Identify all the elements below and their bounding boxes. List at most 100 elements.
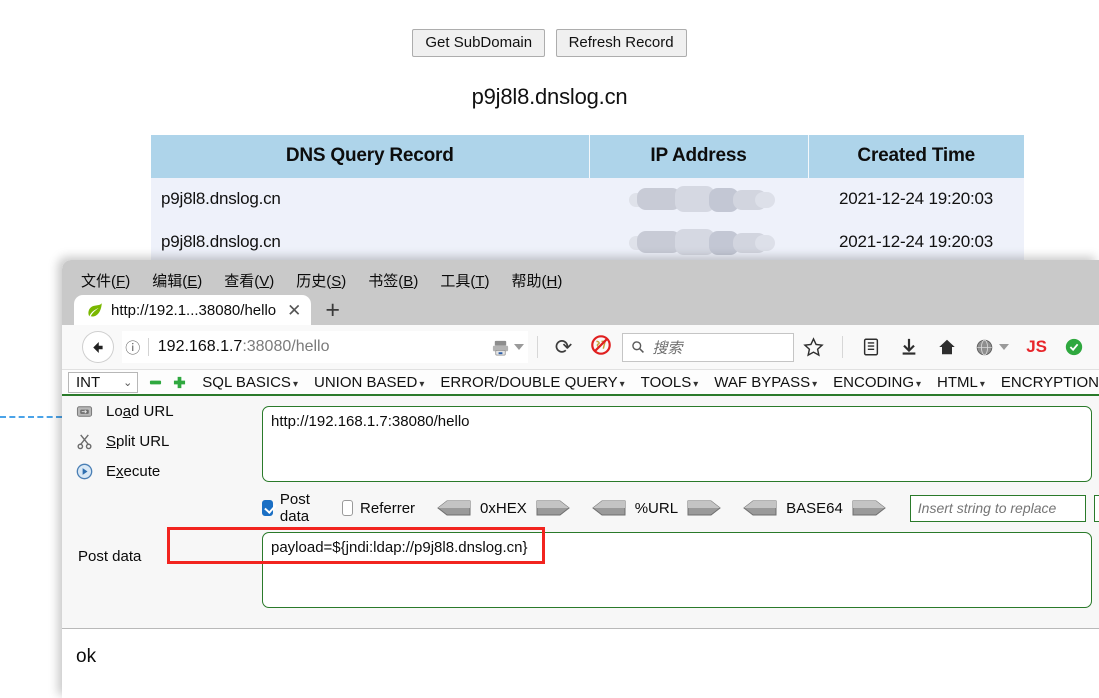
browser-tab[interactable]: http://192.1...38080/hello ✕	[74, 295, 312, 325]
generated-domain: p9j8l8.dnslog.cn	[471, 84, 628, 109]
page-content: ok	[62, 628, 1099, 698]
url-divider	[147, 338, 149, 356]
menu-bookmarks[interactable]: 书签(B)	[357, 268, 429, 293]
table-header-row: DNS Query Record IP Address Created Time	[151, 135, 1024, 178]
column-header-record: DNS Query Record	[151, 135, 590, 178]
browser-titlebar: 文件(F) 编辑(E) 查看(V) 历史(S) 书签(B) 工具(T) 帮助(H…	[62, 260, 1099, 325]
cell-ip-censored	[589, 221, 808, 264]
base64-encode-arrow[interactable]	[852, 500, 886, 516]
split-url-icon	[76, 433, 106, 450]
cell-time: 2021-12-24 19:20:03	[808, 178, 1024, 221]
url-encoder-group: %URL	[591, 499, 721, 517]
refresh-record-button[interactable]: Refresh Record	[555, 29, 687, 57]
dnslog-button-row: Get SubDomain Refresh Record	[0, 29, 1099, 57]
back-button[interactable]	[82, 331, 114, 363]
bookmark-star-icon[interactable]	[794, 336, 833, 358]
chevron-down-icon[interactable]	[513, 344, 524, 350]
dnslog-page: Get SubDomain Refresh Record p9j8l8.dnsl…	[0, 0, 1099, 300]
hackbar-actions: Load URL Split URL Execute	[62, 396, 195, 628]
menu-waf-bypass[interactable]: WAF BYPASS ▾	[714, 374, 817, 391]
site-info-icon[interactable]: ⓘ	[122, 337, 144, 358]
menu-tools[interactable]: 工具(T)	[429, 268, 500, 293]
execute-label: Execute	[106, 462, 161, 480]
tab-title: http://192.1...38080/hello	[111, 301, 277, 319]
new-tab-icon[interactable]: +	[325, 298, 340, 325]
url-textarea[interactable]	[262, 406, 1092, 482]
replace-search-input[interactable]	[909, 494, 1086, 522]
post-data-side-label: Post data	[78, 548, 142, 565]
menu-edit[interactable]: 编辑(E)	[141, 268, 213, 293]
green-addon-icon[interactable]	[1055, 337, 1093, 357]
search-placeholder: 搜索	[652, 339, 683, 357]
cell-record: p9j8l8.dnslog.cn	[151, 178, 589, 221]
menu-encoding[interactable]: ENCODING ▾	[833, 374, 921, 391]
base64-encoder-group: BASE64	[743, 500, 886, 517]
menu-bar: 文件(F) 编辑(E) 查看(V) 历史(S) 书签(B) 工具(T) 帮助(H…	[70, 268, 573, 292]
menu-view[interactable]: 查看(V)	[213, 268, 285, 293]
search-box[interactable]: 搜索	[622, 332, 795, 362]
response-text: ok	[76, 646, 97, 667]
referrer-checkbox[interactable]	[342, 500, 354, 516]
hex-decode-arrow[interactable]	[437, 500, 471, 516]
load-url-label: Load URL	[106, 402, 174, 420]
spring-leaf-favicon	[86, 301, 104, 319]
downloads-icon[interactable]	[890, 337, 928, 357]
post-data-label: Post data	[279, 491, 310, 525]
referrer-label: Referrer	[360, 499, 416, 517]
toolbar-divider	[536, 336, 538, 358]
table-row: p9j8l8.dnslog.cn 2021-12-24 19:20:03	[151, 221, 1024, 264]
menu-tools[interactable]: TOOLS ▾	[641, 374, 699, 391]
menu-union-based[interactable]: UNION BASED ▾	[314, 374, 424, 391]
load-url-button[interactable]: Load URL	[62, 396, 195, 426]
chevron-down-icon-2[interactable]	[999, 344, 1010, 350]
browser-window: 文件(F) 编辑(E) 查看(V) 历史(S) 书签(B) 工具(T) 帮助(H…	[62, 260, 1099, 698]
url-label: %URL	[634, 499, 679, 517]
menu-history[interactable]: 历史(S)	[285, 268, 357, 293]
menu-help[interactable]: 帮助(H)	[501, 268, 574, 293]
remove-icon[interactable]	[149, 376, 162, 389]
reload-icon[interactable]: ⟳	[547, 335, 581, 360]
url-bar[interactable]: ⓘ 192.168.1.7:38080/hello	[121, 331, 528, 363]
post-data-checkbox[interactable]	[262, 500, 273, 516]
hackbar-body: Load URL Split URL Execute http://192.16…	[62, 396, 1099, 628]
search-icon	[632, 341, 645, 353]
hex-encode-arrow[interactable]	[536, 500, 570, 516]
type-select[interactable]: INT ⌄	[68, 371, 139, 393]
noscript-icon[interactable]	[590, 334, 612, 361]
censored-ip-blur	[628, 229, 775, 255]
menu-error-double-query[interactable]: ERROR/DOUBLE QUERY ▾	[440, 374, 624, 391]
home-icon[interactable]	[928, 337, 966, 357]
navigation-toolbar: ⓘ 192.168.1.7:38080/hello ⟳ 搜索 JS	[62, 325, 1099, 370]
print-preview-icon[interactable]	[491, 338, 528, 357]
close-icon[interactable]: ✕	[287, 302, 301, 319]
split-url-label: Split URL	[106, 432, 170, 450]
menu-file[interactable]: 文件(F)	[70, 268, 141, 293]
url-text: 192.168.1.7:38080/hello	[157, 338, 330, 355]
column-header-time: Created Time	[808, 135, 1024, 178]
get-subdomain-button[interactable]: Get SubDomain	[412, 29, 546, 57]
menu-html[interactable]: HTML ▾	[937, 374, 985, 391]
execute-button[interactable]: Execute	[62, 456, 195, 486]
cell-time: 2021-12-24 19:20:03	[808, 221, 1024, 264]
split-url-button[interactable]: Split URL	[62, 426, 195, 456]
hackbar-options-row: Post data Referrer 0xHEX %URL BASE64 Ins…	[262, 491, 1099, 525]
js-toggle-badge[interactable]: JS	[1018, 337, 1055, 357]
table-row: p9j8l8.dnslog.cn 2021-12-24 19:20:03	[151, 178, 1024, 221]
library-icon[interactable]	[852, 337, 890, 357]
base64-decode-arrow[interactable]	[743, 500, 777, 516]
url-decode-arrow[interactable]	[591, 500, 626, 516]
hex-encoder-group: 0xHEX	[437, 500, 570, 517]
globe-account-icon[interactable]	[966, 338, 1018, 357]
replace-with-input[interactable]	[1093, 494, 1099, 522]
post-data-textarea[interactable]	[262, 532, 1092, 608]
annotation-dashed-line	[0, 416, 62, 418]
base64-label: BASE64	[786, 499, 843, 517]
tab-strip: http://192.1...38080/hello ✕ +	[74, 295, 340, 325]
url-encode-arrow[interactable]	[687, 500, 721, 516]
execute-icon	[76, 463, 106, 480]
hex-label: 0xHEX	[480, 499, 527, 517]
menu-encryption[interactable]: ENCRYPTION	[1001, 374, 1099, 391]
type-select-value: INT	[76, 373, 101, 391]
menu-sql-basics[interactable]: SQL BASICS ▾	[202, 374, 298, 391]
add-icon[interactable]	[173, 376, 186, 389]
